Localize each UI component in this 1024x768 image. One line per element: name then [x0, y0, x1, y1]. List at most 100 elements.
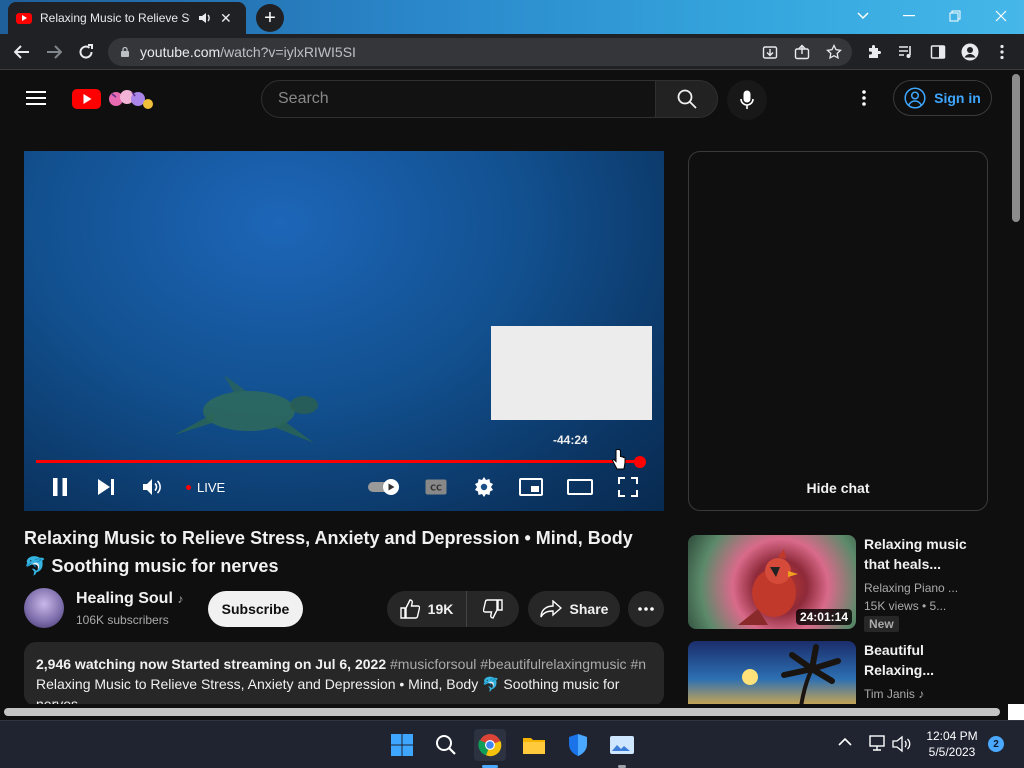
tab-close-icon[interactable]: ✕	[220, 10, 232, 27]
guide-menu-button[interactable]	[26, 90, 46, 106]
sign-in-button[interactable]: Sign in	[893, 80, 992, 116]
reload-icon	[79, 44, 93, 59]
share-button[interactable]: Share	[528, 591, 620, 627]
install-app-button[interactable]	[760, 42, 780, 62]
security-button[interactable]	[562, 729, 594, 761]
hand-cursor-icon	[612, 449, 626, 470]
volume-button[interactable]	[140, 473, 166, 501]
search-placeholder: Search	[278, 90, 329, 107]
autoplay-toggle[interactable]	[368, 473, 402, 501]
thumbs-up-icon	[399, 599, 420, 619]
voice-search-button[interactable]	[727, 80, 767, 120]
horizontal-scrollbar-thumb[interactable]	[4, 708, 1000, 716]
like-count: 19K	[427, 601, 454, 617]
minimize-button[interactable]	[886, 0, 932, 32]
closed-captions-icon: CC	[425, 479, 447, 495]
pause-button[interactable]	[48, 473, 72, 501]
profile-button[interactable]	[960, 42, 980, 62]
vertical-scrollbar-thumb[interactable]	[1012, 74, 1020, 222]
restore-button[interactable]	[932, 0, 978, 32]
side-panel-icon	[930, 45, 946, 59]
search-icon	[436, 735, 456, 755]
sign-in-label: Sign in	[934, 90, 981, 106]
share-page-button[interactable]	[792, 42, 812, 62]
start-button[interactable]	[386, 729, 418, 761]
thumbnail-preview	[491, 326, 652, 420]
bookmark-button[interactable]	[824, 42, 844, 62]
more-actions-button[interactable]	[628, 591, 664, 627]
clock-time: 12:04 PM	[926, 729, 978, 743]
recommendation-title[interactable]: Beautiful Relaxing...	[864, 640, 994, 680]
back-button[interactable]	[10, 40, 34, 64]
recommendation-channel[interactable]: Relaxing Piano ...	[864, 581, 958, 595]
youtube-favicon-icon	[16, 12, 32, 24]
recommendation-title[interactable]: Relaxing music that heals...	[864, 534, 994, 574]
tab-search-button[interactable]	[840, 0, 886, 32]
description-text: Relaxing Music to Relieve Stress, Anxiet…	[36, 676, 620, 706]
live-chat-panel: Hide chat	[688, 151, 988, 511]
taskbar-search-button[interactable]	[430, 729, 462, 761]
speaker-icon[interactable]	[892, 735, 914, 753]
hide-chat-button[interactable]: Hide chat	[689, 480, 987, 496]
like-button[interactable]: 19K	[387, 591, 467, 627]
audio-playing-icon[interactable]	[198, 12, 212, 24]
scrubber-handle[interactable]	[634, 456, 646, 468]
windows-taskbar	[0, 720, 1024, 768]
next-button[interactable]	[94, 473, 118, 501]
browser-menu-button[interactable]	[992, 42, 1012, 62]
live-indicator[interactable]: LIVE	[186, 480, 225, 495]
notification-badge[interactable]: 2	[988, 736, 1004, 752]
media-controls-button[interactable]	[896, 42, 916, 62]
youtube-logo[interactable]	[72, 86, 158, 112]
sea-turtle-image	[174, 375, 318, 443]
network-icon[interactable]	[868, 735, 888, 753]
forward-button[interactable]	[42, 40, 66, 64]
tray-overflow-button[interactable]	[838, 737, 852, 747]
video-player[interactable]: -44:24 LIVE CC	[24, 151, 664, 511]
queue-music-icon	[899, 46, 911, 58]
new-tab-button[interactable]: +	[256, 4, 284, 32]
search-button[interactable]	[655, 80, 718, 118]
progress-bar[interactable]	[36, 460, 640, 463]
address-bar[interactable]: youtube.com/watch?v=iylxRIWI5SI	[108, 38, 852, 66]
network-icon	[869, 735, 885, 751]
captions-button[interactable]: CC	[424, 473, 448, 501]
puzzle-icon	[869, 45, 881, 58]
extensions-button[interactable]	[864, 42, 884, 62]
app-taskbar-button[interactable]	[606, 729, 638, 761]
settings-menu-button[interactable]	[862, 90, 866, 106]
subscribe-button[interactable]: Subscribe	[208, 591, 303, 627]
search-input[interactable]: Search	[261, 80, 656, 118]
settings-button[interactable]	[472, 473, 496, 501]
close-window-button[interactable]	[978, 0, 1024, 32]
miniplayer-button[interactable]	[518, 473, 544, 501]
channel-avatar[interactable]	[24, 588, 64, 628]
hashtags[interactable]: #musicforsoul #beautifulrelaxingmusic #n	[390, 656, 646, 672]
like-dislike-group: 19K	[387, 591, 519, 627]
scrollbar-corner	[1008, 704, 1024, 720]
fullscreen-button[interactable]	[616, 473, 640, 501]
dislike-button[interactable]	[467, 599, 519, 619]
music-note-icon: ♪	[177, 592, 184, 606]
system-clock[interactable]: 12:04 PM 5/5/2023	[920, 728, 984, 760]
browser-tab[interactable]: Relaxing Music to Relieve Stress ✕	[8, 2, 246, 34]
video-duration: 24:01:14	[795, 609, 852, 625]
windows-logo-icon	[391, 734, 413, 756]
recommendation-channel[interactable]: Tim Janis ♪	[864, 687, 924, 701]
recommendation-thumbnail[interactable]: 24:01:14	[688, 535, 856, 629]
file-explorer-button[interactable]	[518, 729, 550, 761]
subscriber-count: 106K subscribers	[76, 613, 169, 627]
description-box[interactable]: 2,946 watching now Started streaming on …	[24, 642, 664, 706]
fullscreen-icon	[618, 477, 638, 497]
reload-button[interactable]	[74, 40, 98, 64]
chrome-taskbar-button[interactable]	[474, 729, 506, 761]
star-icon	[826, 44, 842, 60]
music-note-icon: ♪	[918, 687, 925, 701]
channel-name[interactable]: Healing Soul ♪	[76, 590, 183, 608]
browser-toolbar: youtube.com/watch?v=iylxRIWI5SI	[0, 34, 1024, 70]
microphone-icon	[740, 90, 754, 109]
speaker-icon	[892, 735, 911, 753]
side-panel-button[interactable]	[928, 42, 948, 62]
theater-mode-button[interactable]	[566, 473, 594, 501]
share-icon	[794, 44, 810, 60]
